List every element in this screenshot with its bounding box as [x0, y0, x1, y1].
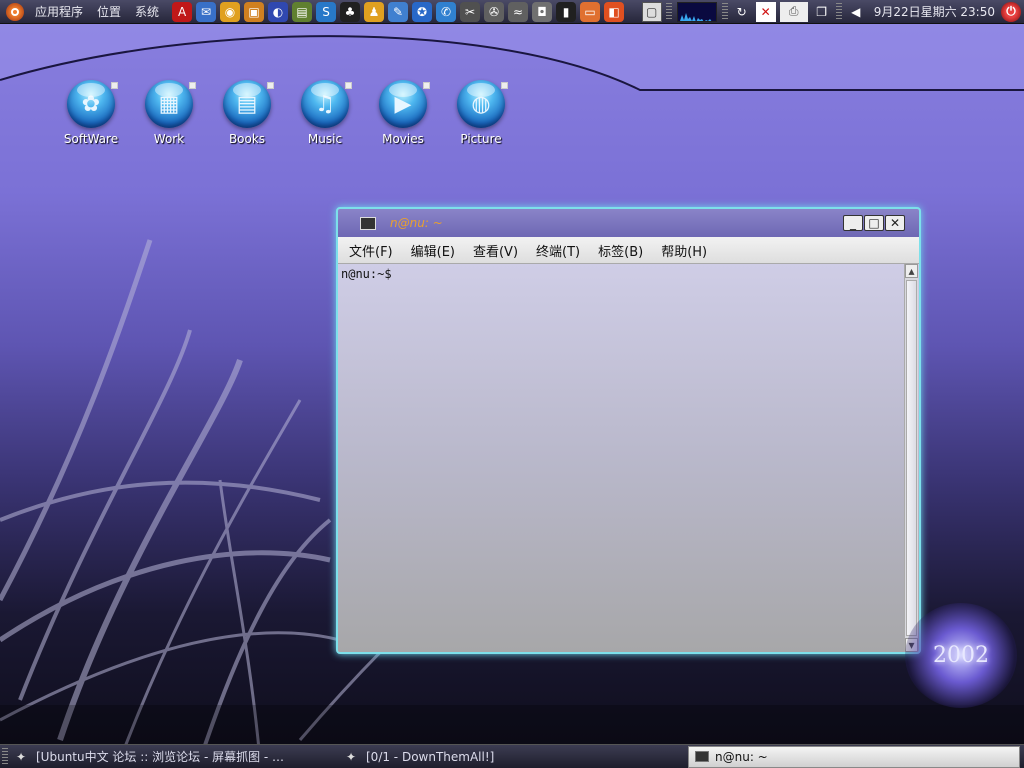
terminal-window: n@nu: ~ _ □ ✕ 文件(F) 编辑(E) 查看(V) 终端(T) 标签(B) 帮… — [336, 207, 921, 654]
acrobat-icon[interactable]: A — [172, 1, 193, 22]
thunderbird-icon[interactable]: ✉ — [196, 1, 217, 22]
brush-icon[interactable]: ✎ — [388, 1, 409, 22]
desktop-icon-label: Books — [228, 132, 266, 146]
terminal-menu-5[interactable]: 帮助(H) — [655, 241, 713, 260]
task-label: [0/1 - DownThemAll!] — [366, 749, 495, 764]
badge-icon — [345, 82, 352, 89]
badge-icon — [189, 82, 196, 89]
menu-applications[interactable]: 应用程序 — [28, 3, 90, 20]
power-icon[interactable]: ⏻ — [1001, 1, 1021, 22]
skype-icon[interactable]: S — [316, 1, 337, 22]
task-downthemall[interactable]: ✦ [0/1 - DownThemAll!] — [340, 746, 670, 768]
logo-text: 2002 — [933, 643, 989, 668]
minimize-button[interactable]: _ — [843, 215, 863, 231]
terminal-icon — [695, 751, 709, 762]
desktop-icon-label: Music — [307, 132, 343, 146]
terminal-content[interactable]: n@nu:~$ ▴ ▾ — [338, 264, 919, 652]
2002-logo: 2002 — [905, 603, 1017, 708]
desktop-icon-label: Work — [153, 132, 185, 146]
badge-icon — [111, 82, 118, 89]
books-icon: ▤ — [223, 80, 271, 128]
volume-icon[interactable]: ◀ — [846, 2, 866, 22]
sync-icon[interactable]: ↻ — [732, 2, 752, 22]
windows-icon[interactable]: ❐ — [812, 2, 832, 22]
books-icon[interactable]: ▤ — [292, 1, 313, 22]
folder-icon[interactable]: ▭ — [580, 1, 601, 22]
ubuntu-logo-icon[interactable] — [6, 2, 24, 21]
terminal-menu-0[interactable]: 文件(F) — [343, 241, 399, 260]
desktop-icon-picture[interactable]: ◍ Picture — [442, 80, 520, 146]
close-button[interactable]: ✕ — [885, 215, 905, 231]
scroll-thumb[interactable] — [906, 280, 917, 636]
panel-grip-3 — [835, 2, 842, 21]
terminal-icon — [360, 216, 376, 230]
qq-penguin-icon[interactable]: ♣ — [340, 1, 361, 22]
safari-compass-icon[interactable]: ✪ — [412, 1, 433, 22]
desktop-icon-music[interactable]: ♫ Music — [286, 80, 364, 146]
maximize-button[interactable]: □ — [864, 215, 884, 231]
picasa-icon[interactable]: ◉ — [220, 1, 241, 22]
top-panel: 应用程序 位置 系统 A ✉ ◉ ▣ ◐ ▤ S ♣ ♟ ✎ ✪ ✆ ✂ ✇ ≈ ◘ ▮ ▭ ◧ ▢ ↻ ✕ ⎙ ❐… — [0, 0, 1024, 24]
panel-grip — [665, 2, 672, 21]
system-monitor-graph[interactable] — [676, 1, 717, 22]
software-icon: ✿ — [67, 80, 115, 128]
terminal-menubar: 文件(F) 编辑(E) 查看(V) 终端(T) 标签(B) 帮助(H) — [338, 237, 919, 264]
badge-icon — [423, 82, 430, 89]
terminal-menu-3[interactable]: 终端(T) — [530, 241, 586, 260]
menu-system[interactable]: 系统 — [128, 3, 166, 20]
task-label: n@nu: ~ — [715, 749, 768, 764]
terminal-menu-4[interactable]: 标签(B) — [592, 241, 649, 260]
person-icon[interactable]: ♟ — [364, 1, 385, 22]
desktop-icon-books[interactable]: ▤ Books — [208, 80, 286, 146]
work-icon: ▦ — [145, 80, 193, 128]
badge-icon — [267, 82, 274, 89]
camera-icon[interactable]: ◘ — [532, 1, 553, 22]
firefox-icon: ✦ — [346, 749, 357, 764]
shell-prompt: n@nu:~$ — [341, 267, 392, 281]
desktop-icon-software[interactable]: ✿ SoftWare — [52, 80, 130, 146]
system-tray: ▢ ↻ ✕ ⎙ ❐ ◀ 9月22日星期六 23:50 ⏻ — [640, 0, 1024, 24]
bag-icon[interactable]: ◧ — [604, 1, 625, 22]
tools-icon[interactable]: ✂ — [460, 1, 481, 22]
terminal-scrollbar[interactable]: ▴ ▾ — [904, 264, 918, 652]
desktop-icon-movies[interactable]: ▶ Movies — [364, 80, 442, 146]
task-label: [Ubuntu中文 论坛 :: 浏览论坛 - 屏幕抓图 - … — [36, 750, 285, 764]
window-controls: _ □ ✕ — [842, 215, 905, 231]
fish-icon[interactable]: ≈ — [508, 1, 529, 22]
chat-icon[interactable]: ✆ — [436, 1, 457, 22]
firefox-icon: ✦ — [16, 749, 27, 764]
close-red-icon[interactable]: ✕ — [755, 1, 776, 22]
terminal-icon[interactable]: ▮ — [556, 1, 577, 22]
desktop-icon-label: Movies — [382, 132, 424, 146]
printer-icon[interactable]: ⎙ — [779, 1, 808, 22]
terminal-menu-2[interactable]: 查看(V) — [467, 241, 524, 260]
task-terminal[interactable]: n@nu: ~ — [688, 745, 1020, 768]
terminal-titlebar[interactable]: n@nu: ~ _ □ ✕ — [338, 209, 919, 237]
launcher-bar: A ✉ ◉ ▣ ◐ ▤ S ♣ ♟ ✎ ✪ ✆ ✂ ✇ ≈ ◘ ▮ ▭ ◧ — [170, 1, 626, 22]
package-icon[interactable]: ▣ — [244, 1, 265, 22]
desktop-icon-work[interactable]: ▦ Work — [130, 80, 208, 146]
screen-icon[interactable]: ▢ — [641, 1, 662, 22]
menu-places[interactable]: 位置 — [90, 3, 128, 20]
desktop-icons: ✿ SoftWare ▦ Work ▤ Books ♫ Music ▶ Movies ◍ Pictur… — [52, 80, 520, 146]
badge-icon — [501, 82, 508, 89]
bottom-taskbar: ✦ [Ubuntu中文 论坛 :: 浏览论坛 - 屏幕抓图 - … ✦ [0/1… — [0, 744, 1024, 768]
desktop-icon-label: Picture — [460, 132, 502, 146]
panel-grip-2 — [721, 2, 728, 21]
desktop-icon-label: SoftWare — [63, 132, 119, 146]
terminal-menu-1[interactable]: 编辑(E) — [405, 241, 461, 260]
picture-icon: ◍ — [457, 80, 505, 128]
window-title: n@nu: ~ — [390, 216, 443, 230]
scroll-up-icon[interactable]: ▴ — [905, 264, 918, 278]
film-reel-icon[interactable]: ✇ — [484, 1, 505, 22]
task-firefox-forum[interactable]: ✦ [Ubuntu中文 论坛 :: 浏览论坛 - 屏幕抓图 - … — [10, 746, 340, 768]
taskbar-grip — [2, 747, 8, 766]
globe-icon[interactable]: ◐ — [268, 1, 289, 22]
clock[interactable]: 9月22日星期六 23:50 — [868, 3, 1001, 20]
movies-icon: ▶ — [379, 80, 427, 128]
music-icon: ♫ — [301, 80, 349, 128]
